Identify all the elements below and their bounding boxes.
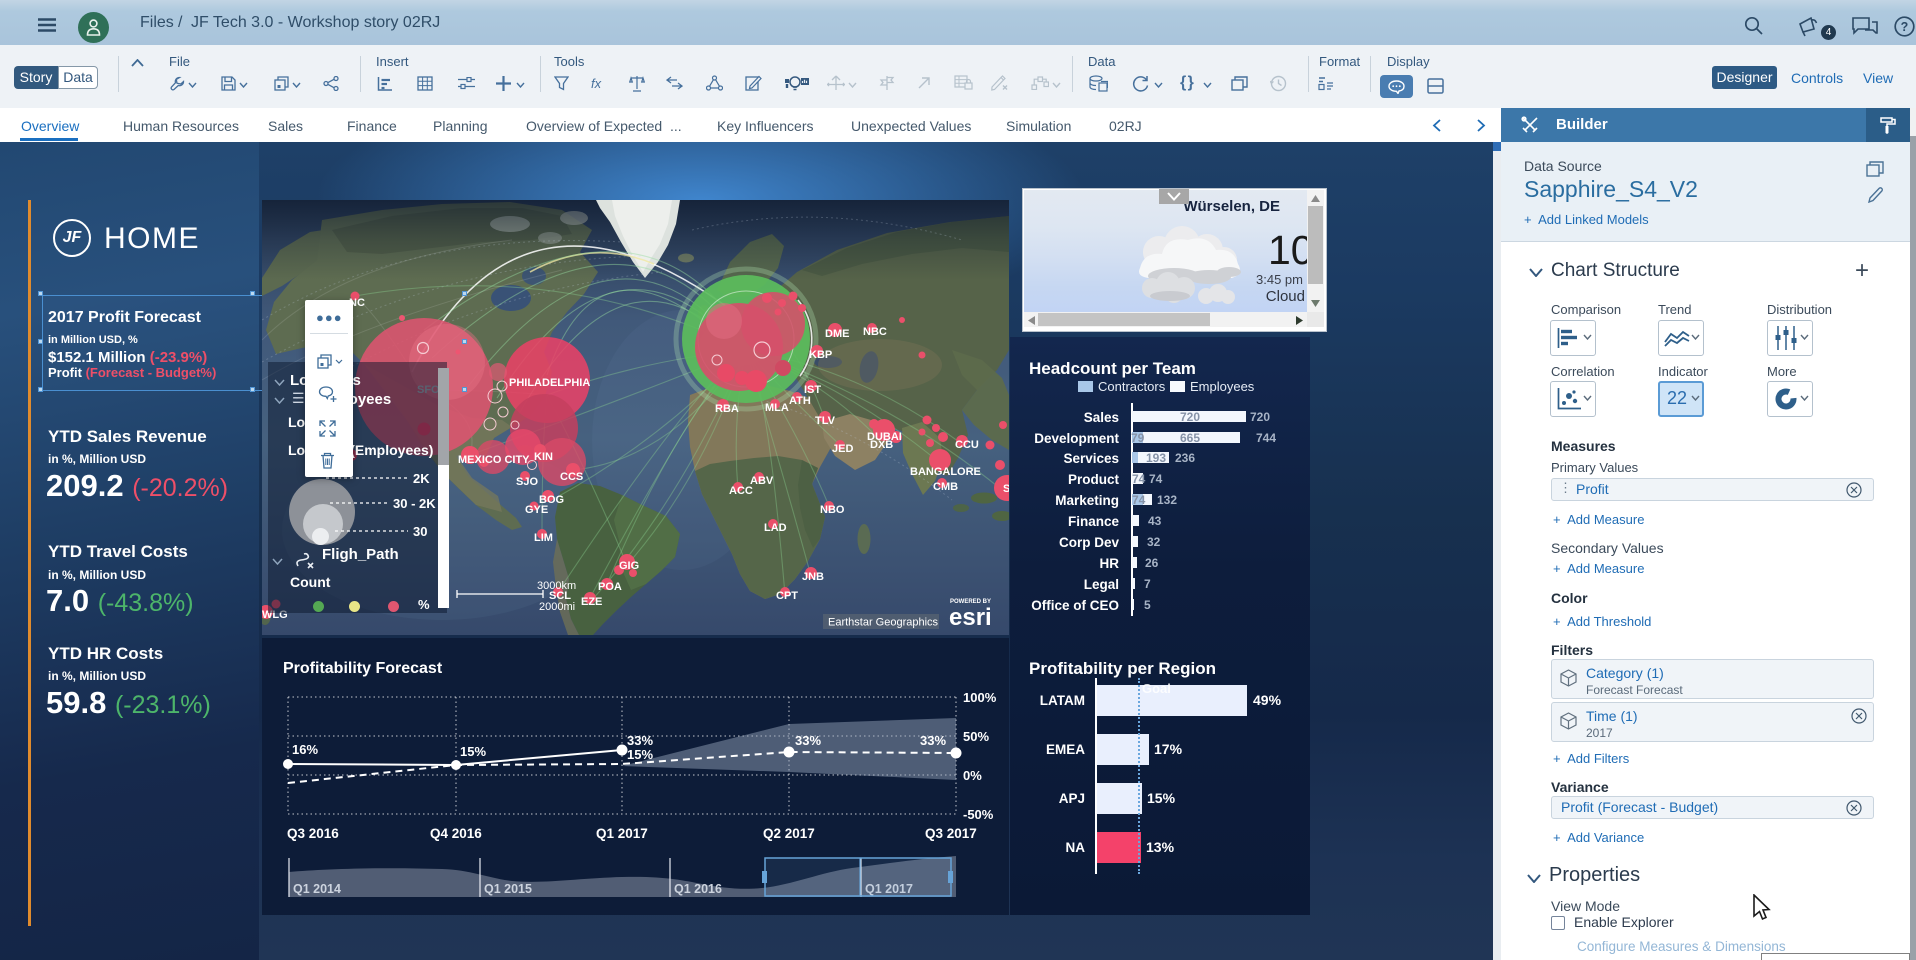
svg-text:esri: esri: [949, 604, 992, 631]
svg-text:TLV: TLV: [815, 415, 836, 427]
svg-text:EZE: EZE: [581, 596, 602, 608]
svg-text:POA: POA: [598, 581, 622, 593]
svg-text:SI: SI: [1003, 483, 1009, 495]
svg-text:Q1 2015: Q1 2015: [484, 882, 532, 896]
svg-text:ABV: ABV: [750, 475, 774, 487]
svg-text:Q1 2017: Q1 2017: [596, 826, 648, 841]
svg-text:NBO: NBO: [820, 504, 845, 516]
svg-text:NBC: NBC: [863, 326, 887, 338]
svg-text:15%: 15%: [627, 747, 653, 762]
svg-text:0%: 0%: [963, 768, 982, 783]
svg-text:GIG: GIG: [619, 560, 639, 572]
svg-text:16%: 16%: [292, 742, 318, 757]
svg-text:MLA: MLA: [765, 402, 789, 414]
svg-text:BANGALORE: BANGALORE: [910, 466, 981, 478]
svg-text:PHILADELPHIA: PHILADELPHIA: [509, 377, 590, 389]
svg-text:Q1 2014: Q1 2014: [293, 882, 341, 896]
svg-text:50%: 50%: [963, 729, 989, 744]
svg-text:MEXICO CITY: MEXICO CITY: [458, 454, 530, 466]
svg-text:33%: 33%: [795, 733, 821, 748]
svg-text:GYE: GYE: [525, 504, 548, 516]
svg-text:100%: 100%: [963, 690, 997, 705]
svg-text:JNB: JNB: [802, 571, 824, 583]
svg-text:Q3 2017: Q3 2017: [925, 826, 977, 841]
svg-text:LIM: LIM: [534, 532, 553, 544]
svg-text:LAD: LAD: [764, 522, 787, 534]
svg-text:?: ?: [1901, 20, 1909, 34]
svg-text:KBP: KBP: [809, 349, 832, 361]
svg-text:CMB: CMB: [933, 481, 958, 493]
svg-text:33%: 33%: [920, 733, 946, 748]
svg-text:DME: DME: [825, 328, 849, 340]
svg-text:CCS: CCS: [560, 471, 583, 483]
svg-text:IST: IST: [804, 384, 821, 396]
svg-text:2000mi: 2000mi: [539, 601, 575, 613]
svg-text:SJO: SJO: [516, 476, 538, 488]
svg-text:Earthstar Geographics: Earthstar Geographics: [828, 617, 939, 629]
svg-text:KIN: KIN: [534, 451, 553, 463]
svg-text:RBA: RBA: [715, 403, 739, 415]
svg-text:ACC: ACC: [729, 485, 753, 497]
svg-text:CCU: CCU: [955, 439, 979, 451]
svg-text:Q1 2016: Q1 2016: [674, 882, 722, 896]
svg-text:DXB: DXB: [870, 439, 893, 451]
svg-text:CPT: CPT: [776, 590, 798, 602]
svg-text:15%: 15%: [460, 744, 486, 759]
svg-text:ATH: ATH: [789, 395, 811, 407]
svg-text:JED: JED: [832, 443, 853, 455]
svg-text:fx: fx: [591, 76, 602, 91]
svg-text:Q3 2016: Q3 2016: [287, 826, 339, 841]
svg-text:Q4 2016: Q4 2016: [430, 826, 482, 841]
svg-text:33%: 33%: [627, 733, 653, 748]
svg-text:-50%: -50%: [963, 807, 994, 822]
svg-text:Q2 2017: Q2 2017: [763, 826, 815, 841]
